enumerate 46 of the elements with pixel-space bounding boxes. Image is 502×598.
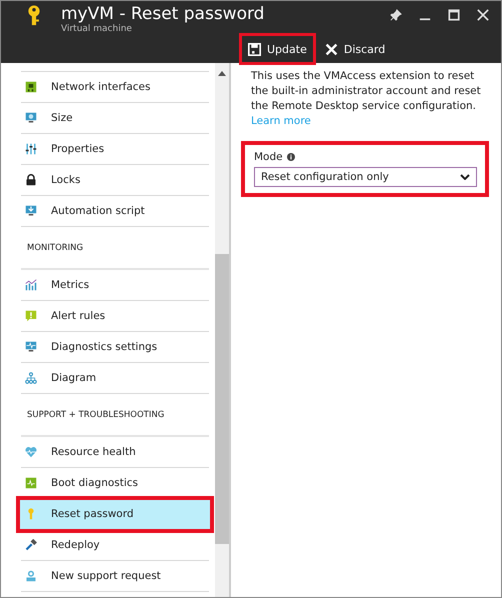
sidebar-item[interactable]: Diagram <box>21 363 209 394</box>
sidebar-item[interactable]: Automation script <box>21 196 209 227</box>
close-icon[interactable] <box>477 9 489 21</box>
mode-dropdown[interactable]: Reset configuration only <box>254 167 477 187</box>
monitor-pulse-icon <box>25 341 37 353</box>
chevron-down-icon <box>460 174 470 180</box>
sidebar-item[interactable]: Size <box>21 103 209 134</box>
sidebar-item[interactable]: Metrics <box>21 270 209 301</box>
sidebar-item[interactable]: Locks <box>21 165 209 196</box>
field-label: Mode <box>254 151 283 163</box>
pin-icon[interactable] <box>390 9 402 21</box>
window-title: myVM - Reset password <box>61 4 264 24</box>
window-subtitle: Virtual machine <box>61 24 133 35</box>
monitor-icon <box>25 112 37 124</box>
sidebar-item[interactable]: New support request <box>21 561 209 592</box>
exclamation-icon <box>25 310 37 322</box>
sidebar-item[interactable]: Redeploy <box>21 530 209 561</box>
lock-icon <box>25 174 37 186</box>
description-text: This uses the VMAccess extension to reset the built-in administrator account and reset the Remote Desktop service configuration. Learn more <box>251 69 481 129</box>
hammer-icon <box>25 539 37 551</box>
save-icon <box>248 42 261 56</box>
sidebar-item[interactable]: Alert rules <box>21 301 209 332</box>
info-icon[interactable] <box>286 153 295 161</box>
person-support-icon <box>25 570 37 582</box>
close-icon <box>324 42 338 56</box>
monitor-download-icon <box>25 205 37 217</box>
scrollbar[interactable] <box>215 63 229 597</box>
discard-button[interactable]: Discard <box>316 33 394 65</box>
sidebar-item[interactable]: Diagnostics settings <box>21 332 209 363</box>
sidebar-item[interactable]: Reset password <box>19 499 211 530</box>
sidebar-item[interactable]: Resource health <box>21 437 209 468</box>
bar-chart-icon <box>25 279 37 291</box>
heart-pulse-icon <box>25 446 37 458</box>
scrollbar-thumb[interactable] <box>215 254 229 544</box>
section-heading: MONITORING <box>21 227 209 270</box>
book-pulse-icon <box>25 477 37 489</box>
key-icon <box>27 5 41 27</box>
hierarchy-icon <box>25 372 37 384</box>
network-card-icon <box>25 81 37 93</box>
sidebar-item[interactable]: Properties <box>21 134 209 165</box>
section-heading: SUPPORT + TROUBLESHOOTING <box>21 394 209 437</box>
sidebar-item[interactable]: Network interfaces <box>21 72 209 103</box>
scroll-up-icon[interactable] <box>218 71 226 76</box>
sliders-icon <box>25 143 37 155</box>
maximize-icon[interactable] <box>448 9 460 21</box>
update-button[interactable]: Update <box>239 33 316 65</box>
